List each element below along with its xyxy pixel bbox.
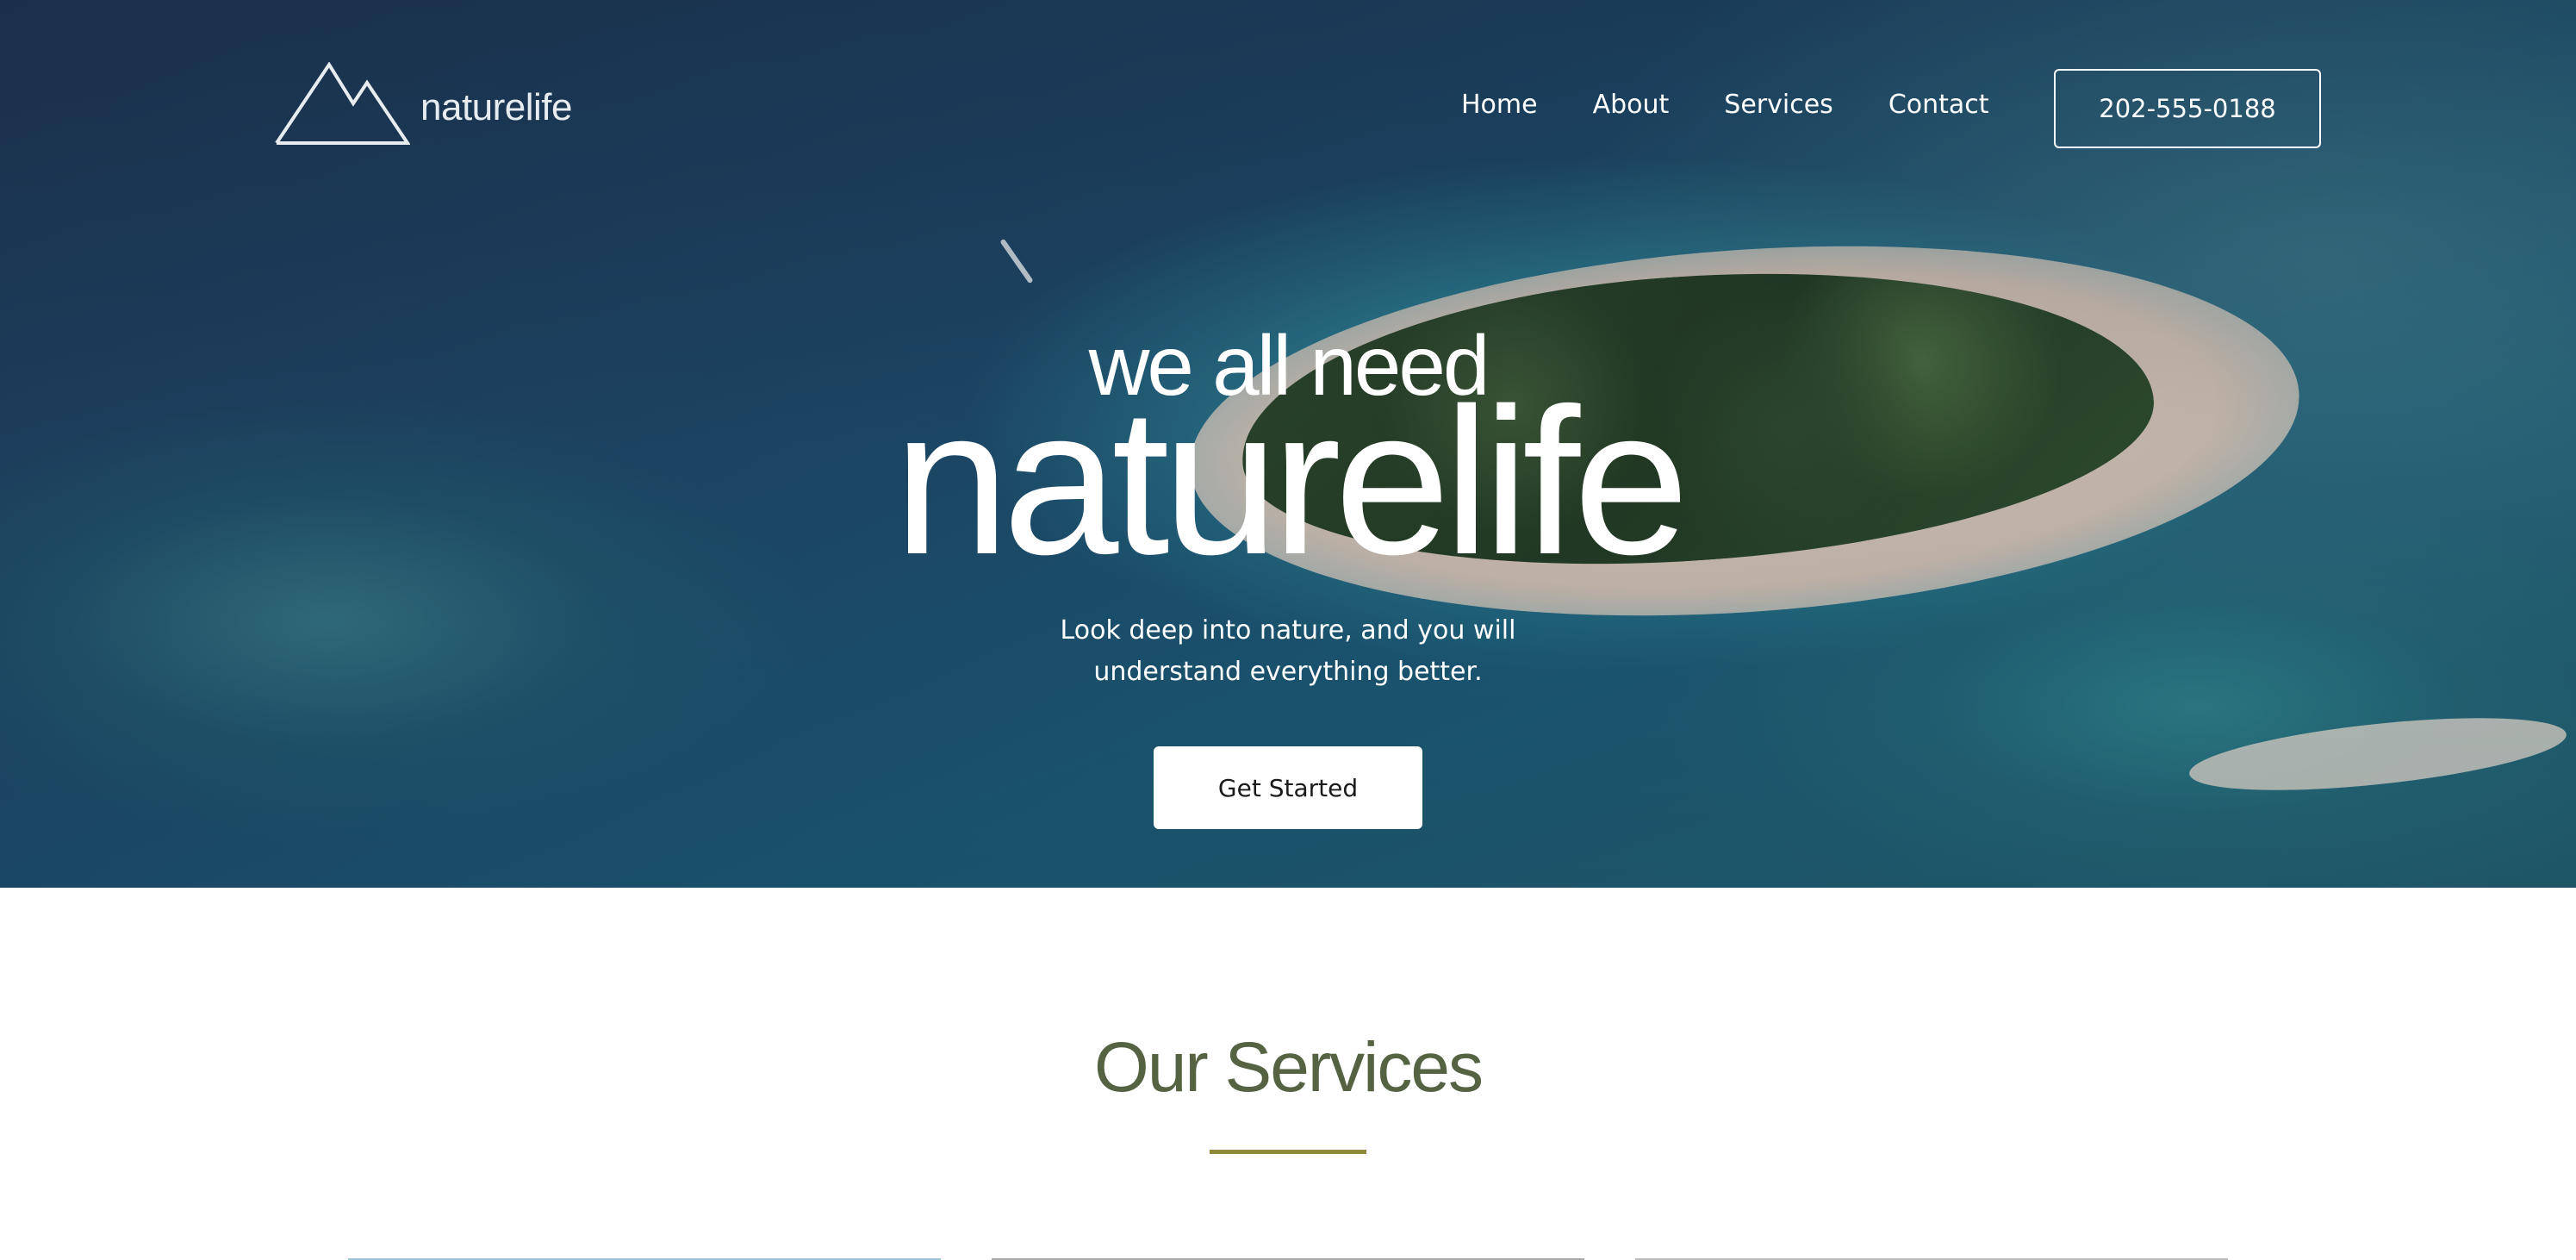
hero-subtitle-line-2: understand everything better. bbox=[1093, 657, 1483, 687]
mountain-icon bbox=[275, 62, 410, 145]
phone-button[interactable]: 202-555-0188 bbox=[2054, 69, 2321, 148]
logo-text: naturelife bbox=[420, 86, 573, 128]
nav-contact-link[interactable]: Contact bbox=[1888, 90, 1989, 120]
site-logo[interactable]: naturelife bbox=[274, 62, 573, 145]
services-title-underline bbox=[1210, 1150, 1366, 1154]
hero-subtitle: Look deep into nature, and you will unde… bbox=[0, 610, 2576, 693]
services-title: Our Services bbox=[1094, 1028, 1484, 1107]
main-nav: Home About Services Contact bbox=[1461, 90, 1989, 120]
get-started-button[interactable]: Get Started bbox=[1154, 746, 1422, 829]
hero-headline: naturelife bbox=[893, 365, 1689, 598]
nav-home-link[interactable]: Home bbox=[1461, 90, 1538, 120]
nav-services-link[interactable]: Services bbox=[1724, 90, 1833, 120]
nav-about-link[interactable]: About bbox=[1593, 90, 1670, 120]
hero-subtitle-line-1: Look deep into nature, and you will bbox=[1060, 615, 1516, 646]
hero-section: naturelife Home About Services Contact 2… bbox=[0, 0, 2576, 888]
